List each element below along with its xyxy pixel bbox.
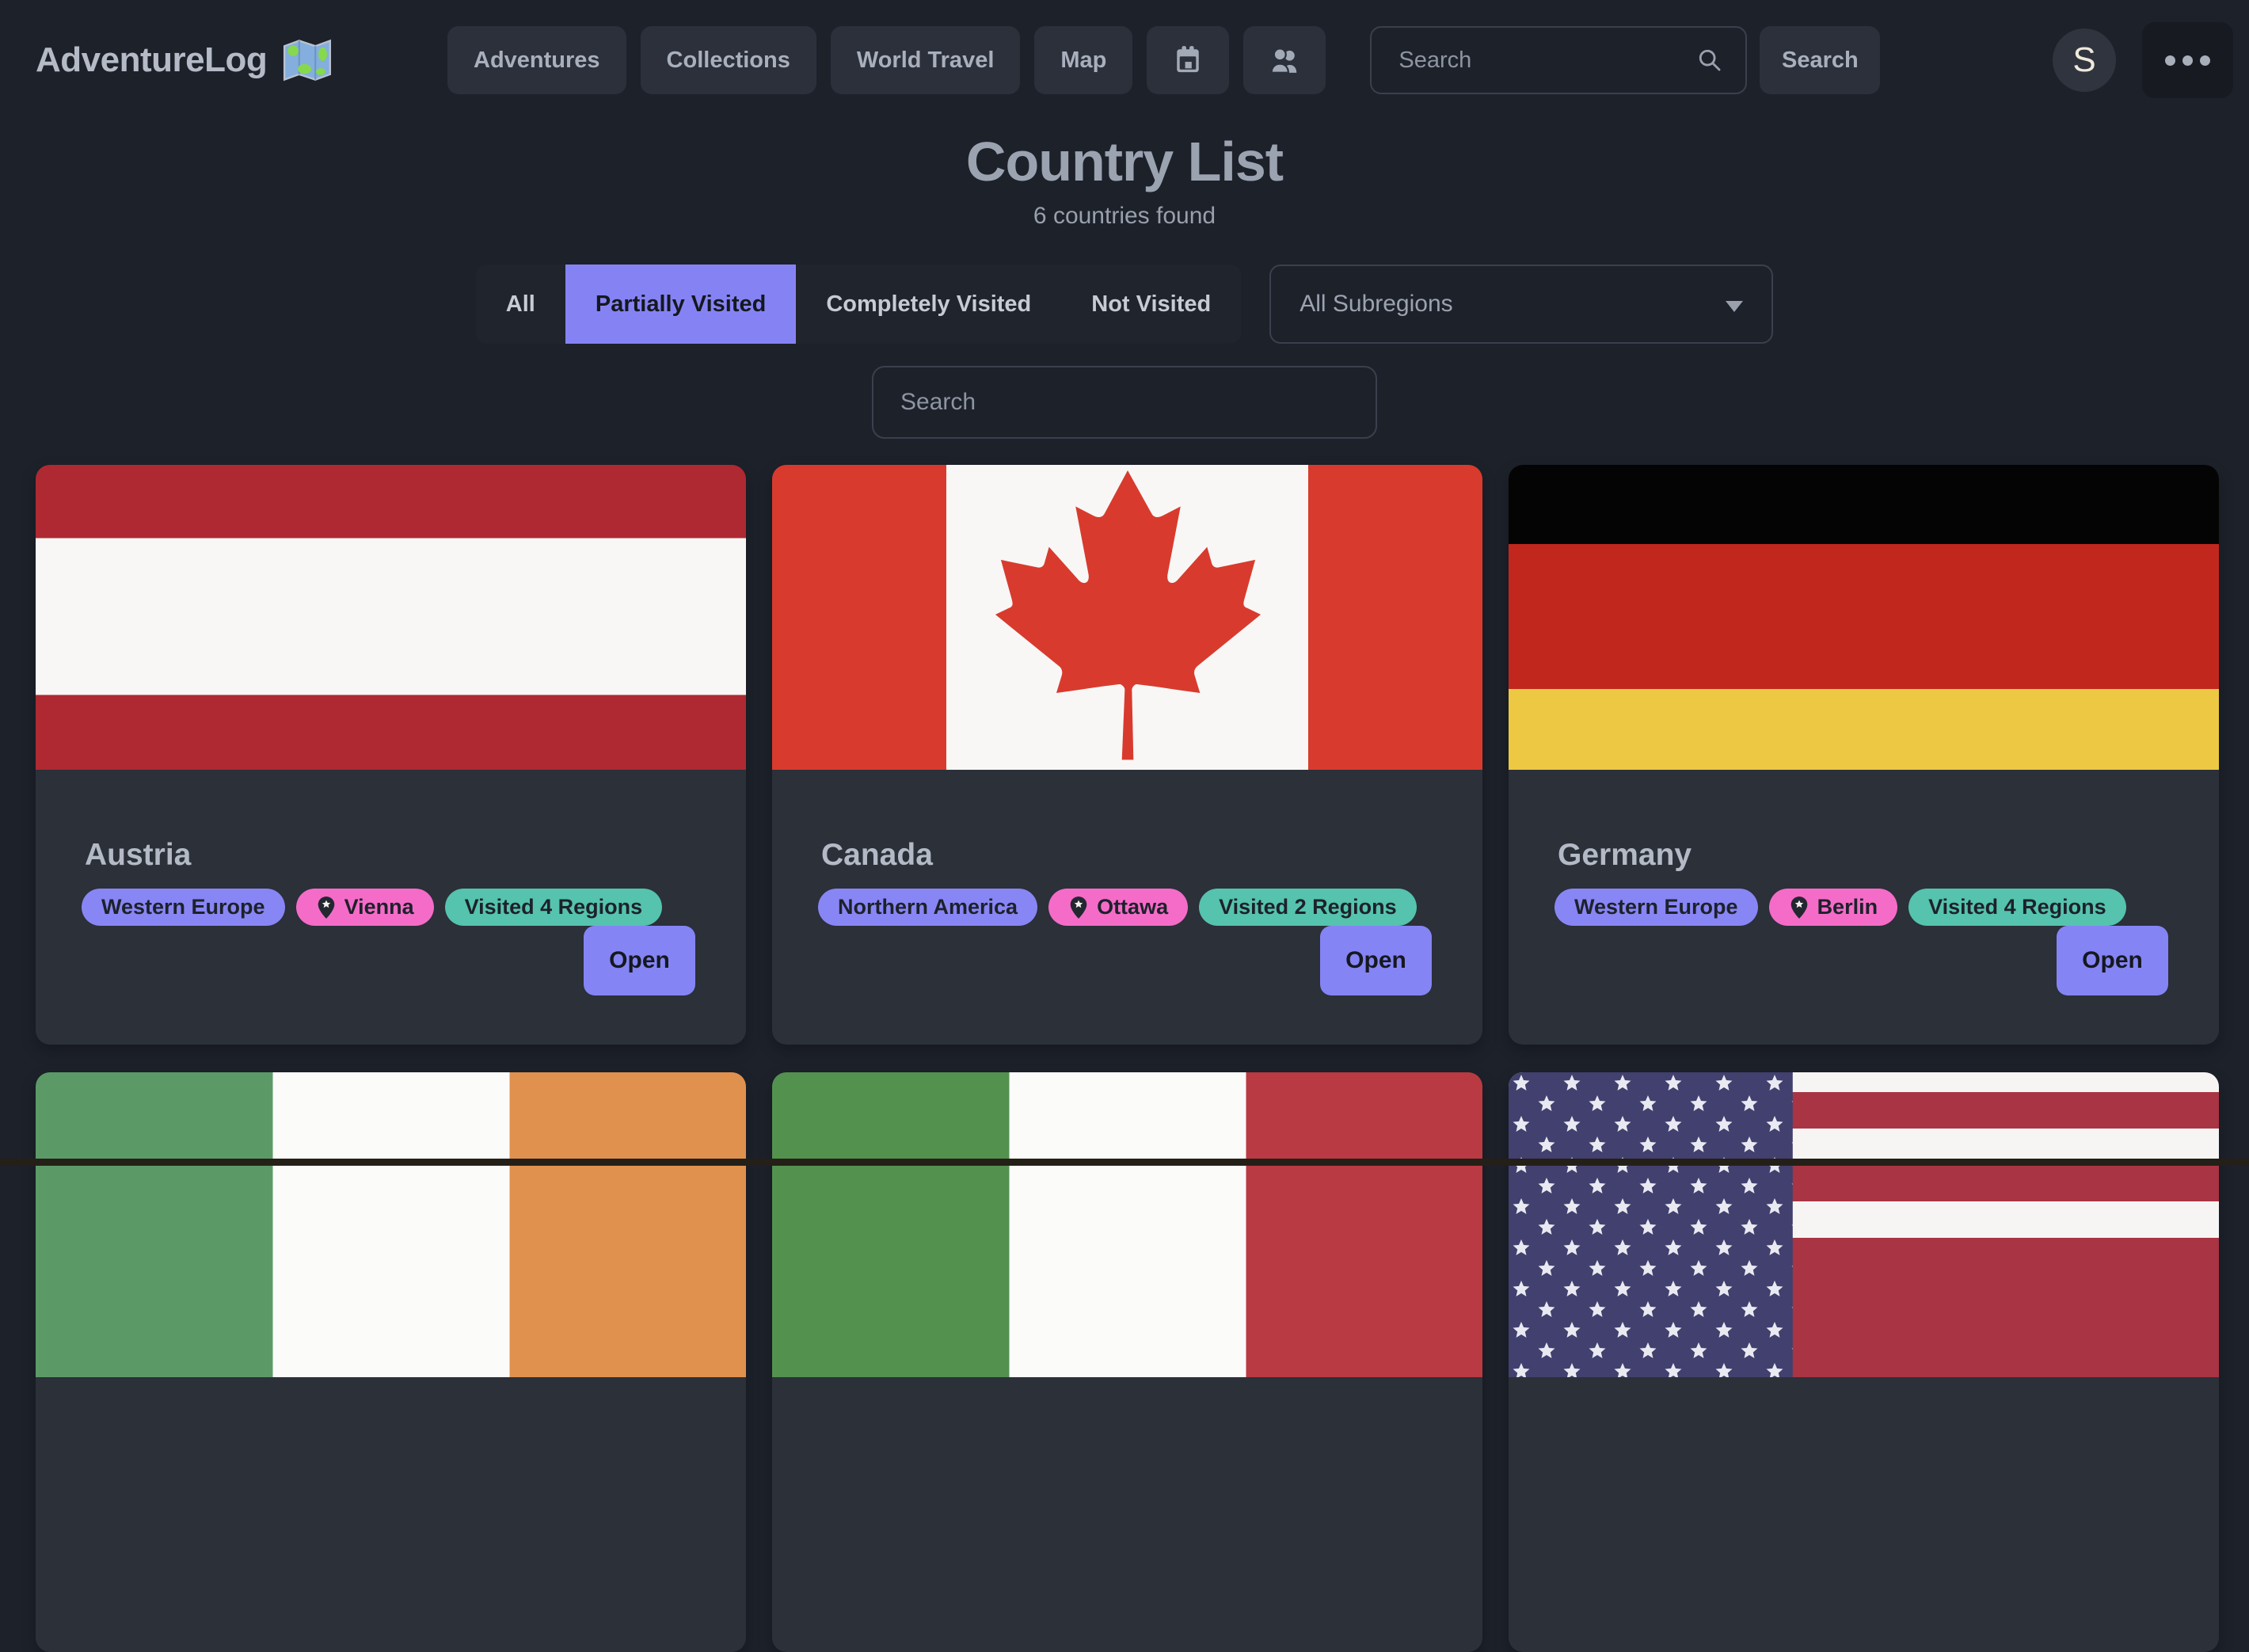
map-pin-icon [1789,896,1809,919]
subregion-select[interactable]: All Subregions [1269,265,1773,344]
country-name: Canada [821,838,1482,873]
users-icon [1266,42,1303,78]
open-country-button[interactable]: Open [2057,926,2168,995]
chevron-down-icon [1726,301,1743,312]
open-country-button[interactable]: Open [584,926,695,995]
country-card-canada: Canada Northern America Ottawa Visited 2… [772,465,1482,1045]
flag-germany [1509,465,2219,770]
navbar: AdventureLog Adventures Collections Worl… [0,0,2249,117]
visited-regions-badge: Visited 4 Regions [445,889,663,926]
tab-completely-visited[interactable]: Completely Visited [796,265,1061,344]
country-search-wrap [0,366,2249,439]
country-name: Germany [1558,838,2219,873]
users-button[interactable] [1243,26,1326,94]
brand[interactable]: AdventureLog [36,38,447,82]
capital-badge: Ottawa [1048,889,1188,926]
nav-link-world-travel[interactable]: World Travel [831,26,1021,94]
country-card-germany: Germany Western Europe Berlin Visited 4 … [1509,465,2219,1045]
nav-link-collections[interactable]: Collections [641,26,816,94]
visited-regions-badge: Visited 2 Regions [1199,889,1417,926]
visited-regions-badge: Visited 4 Regions [1908,889,2126,926]
country-cards-row-1: Austria Western Europe Vienna Visited 4 … [0,465,2249,1045]
country-card-austria: Austria Western Europe Vienna Visited 4 … [36,465,746,1045]
brand-title: AdventureLog [36,40,267,80]
subregion-badge: Western Europe [1555,889,1758,926]
ellipsis-icon [2165,55,2210,66]
badge-row: Northern America Ottawa Visited 2 Region… [818,889,1482,926]
subregion-badge: Western Europe [82,889,285,926]
flag-italy [772,1072,1482,1377]
subregion-badge: Northern America [818,889,1037,926]
overflow-menu-button[interactable] [2142,22,2233,98]
flag-ireland [36,1072,746,1377]
capital-badge: Vienna [296,889,434,926]
usa-canton-stars [1509,1072,1793,1377]
maple-leaf [988,470,1267,765]
flag-usa [1509,1072,2219,1377]
results-count: 6 countries found [0,203,2249,230]
nav-link-map[interactable]: Map [1034,26,1132,94]
nav-link-adventures[interactable]: Adventures [447,26,626,94]
visited-filter-tabs: All Partially Visited Completely Visited… [476,265,1241,344]
calendar-icon [1170,43,1205,78]
map-pin-icon [316,896,337,919]
world-map-icon [283,38,332,82]
country-search-input[interactable] [872,366,1377,439]
open-country-button[interactable]: Open [1320,926,1432,995]
avatar[interactable]: S [2053,29,2116,92]
tab-not-visited[interactable]: Not Visited [1061,265,1241,344]
capital-name: Vienna [344,895,414,919]
search-icon [1696,47,1723,74]
nav-search-input[interactable] [1370,26,1747,94]
flag-austria [36,465,746,770]
tab-all[interactable]: All [476,265,565,344]
subregion-select-value: All Subregions [1300,291,1452,318]
bottom-edge-strip [0,1159,2249,1166]
badge-row: Western Europe Berlin Visited 4 Regions [1555,889,2219,926]
country-name: Austria [85,838,746,873]
nav-search-button[interactable]: Search [1760,26,1880,94]
capital-name: Berlin [1817,895,1878,919]
capital-name: Ottawa [1097,895,1168,919]
filter-row: All Partially Visited Completely Visited… [0,265,2249,344]
calendar-button[interactable] [1147,26,1229,94]
page-title: Country List [0,130,2249,193]
badge-row: Western Europe Vienna Visited 4 Regions [82,889,746,926]
map-pin-icon [1068,896,1089,919]
tab-partially-visited[interactable]: Partially Visited [565,265,796,344]
capital-badge: Berlin [1769,889,1898,926]
flag-canada [772,465,1482,770]
nav-search-wrap [1370,26,1747,94]
